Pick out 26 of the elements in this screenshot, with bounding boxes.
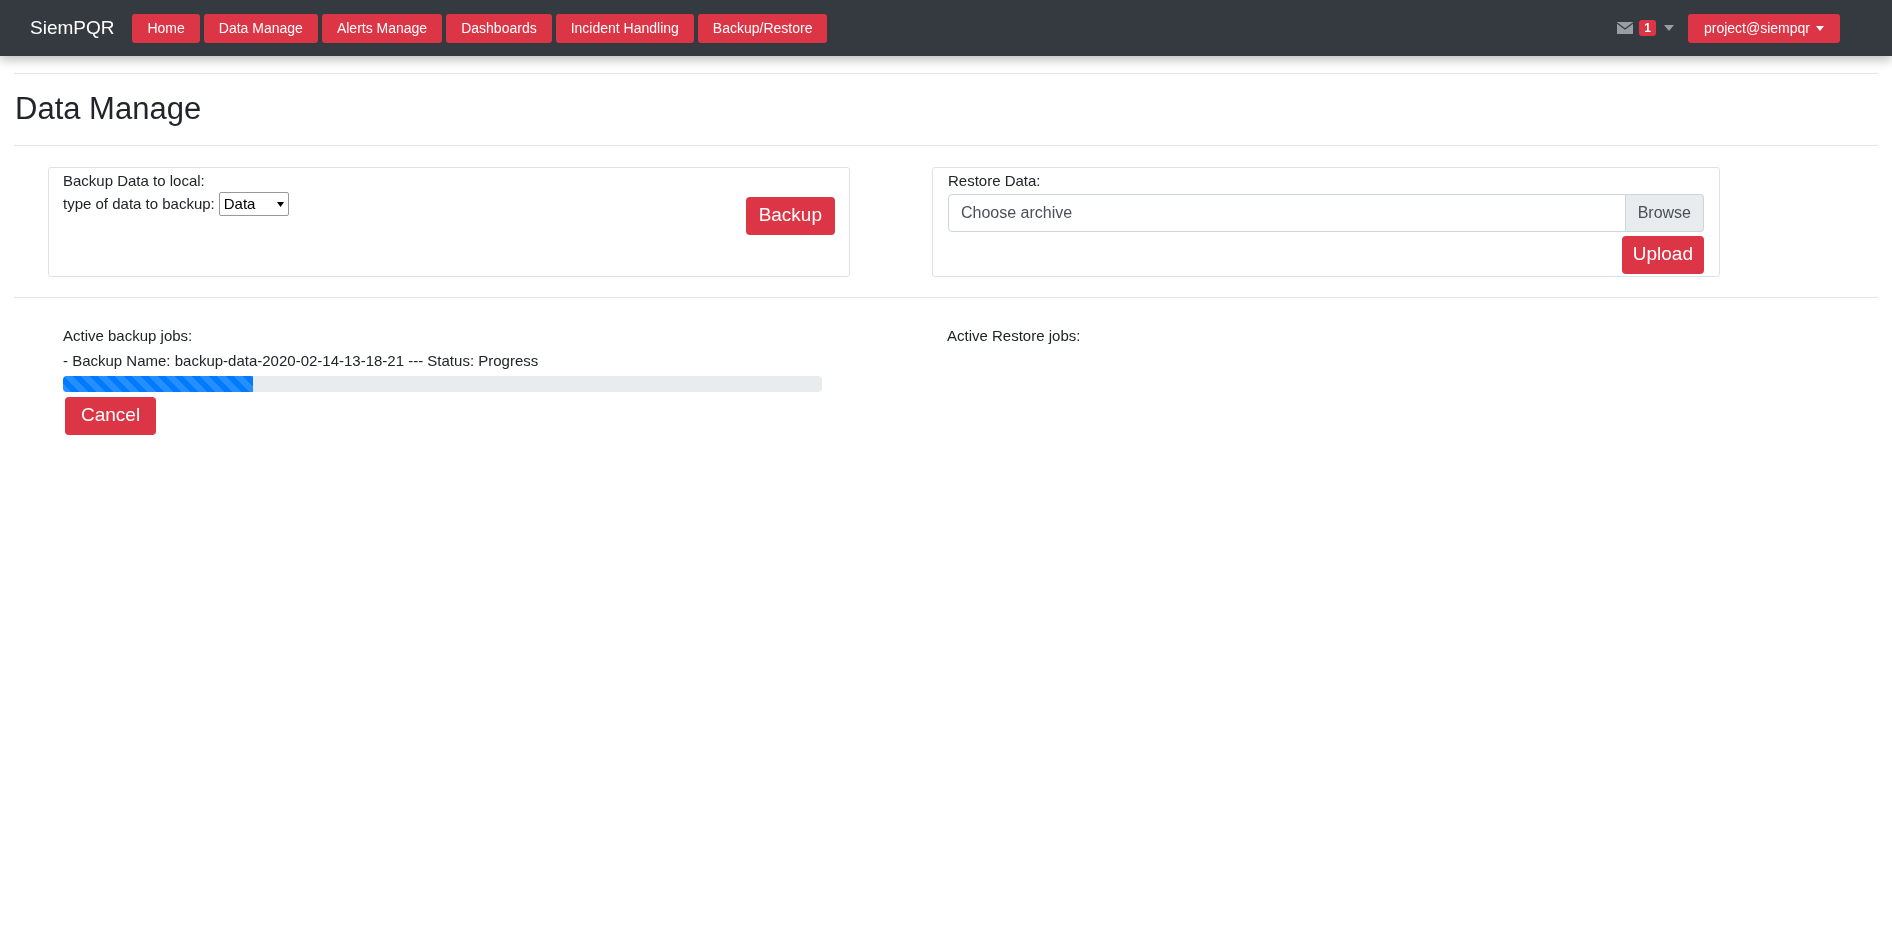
brand-name[interactable]: SiemPQR — [30, 13, 115, 43]
caret-icon[interactable] — [1663, 25, 1674, 31]
envelope-icon[interactable] — [1617, 22, 1634, 34]
panel-title: Restore Data: — [948, 170, 1042, 191]
file-input-field[interactable]: Choose archive — [948, 194, 1626, 232]
nav-button[interactable]: Alerts Manage — [321, 13, 443, 43]
section-heading: Active Restore jobs: — [947, 325, 1081, 346]
browse-button[interactable]: Browse — [1625, 194, 1704, 232]
user-menu-button[interactable]: project@siempqr — [1687, 13, 1840, 43]
message-count-badge: 1 — [1639, 20, 1656, 36]
cancel-button[interactable]: Cancel — [65, 396, 157, 435]
section-heading: Active backup jobs: — [63, 325, 194, 346]
page-title: Data Manage — [15, 90, 203, 128]
nav-button[interactable]: Backup/Restore — [697, 13, 828, 43]
data-type-dropdown[interactable]: Data — [218, 192, 289, 216]
job-status-text: - Backup Name: backup-data-2020-02-14-13-18-21 --- Status: Progress — [63, 351, 540, 371]
nav-button[interactable]: Dashboards — [446, 13, 552, 43]
caret-icon — [276, 201, 284, 207]
nav-button[interactable]: Incident Handling — [555, 13, 694, 43]
upload-button[interactable]: Upload — [1621, 235, 1704, 274]
caret-icon — [1816, 25, 1824, 31]
nav-button[interactable]: Home — [132, 13, 200, 43]
nav-button[interactable]: Data Manage — [203, 13, 318, 43]
field-label: type of data to backup: — [63, 193, 215, 214]
panel-title: Backup Data to local: — [63, 170, 206, 191]
backup-button[interactable]: Backup — [745, 196, 835, 235]
